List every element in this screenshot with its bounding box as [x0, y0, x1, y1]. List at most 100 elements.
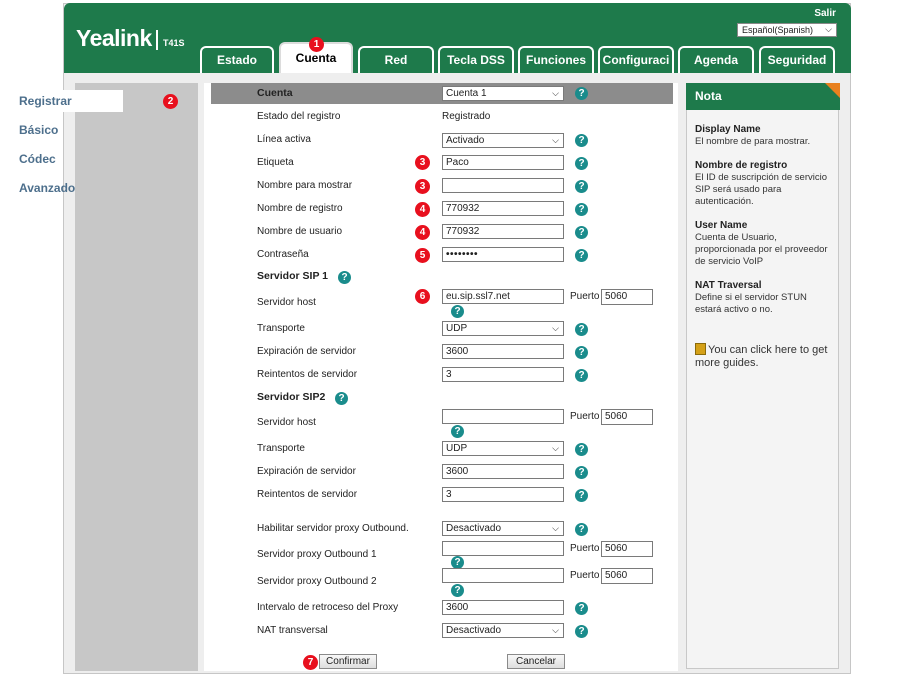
proxy1-input[interactable] [442, 541, 564, 556]
sidebar-item-avanzado[interactable]: Avanzado [0, 177, 123, 199]
proxy1-port-input[interactable]: 5060 [601, 541, 653, 557]
chevron-down-icon: ⌵ [825, 24, 832, 34]
help-icon[interactable]: ? [575, 226, 588, 239]
chevron-down-icon: ⌵ [552, 443, 559, 453]
help-icon[interactable]: ? [451, 305, 464, 318]
proxy2-input[interactable] [442, 568, 564, 583]
estado-registro-value: Registrado [442, 111, 491, 122]
sidebar-item-basico[interactable]: Básico [0, 119, 123, 141]
help-icon[interactable]: ? [575, 134, 588, 147]
note-item-text: Cuenta de Usuario, proporcionada por el … [695, 232, 828, 267]
note-item-text: El ID de suscripción de servicio SIP ser… [695, 172, 827, 207]
nombre-usuario-input[interactable]: 770932 [442, 224, 564, 239]
proxy-enable-value: Desactivado [446, 523, 502, 534]
sip2-reintentos-input[interactable]: 3 [442, 487, 564, 502]
sip1-port-label: Puerto [570, 291, 600, 302]
help-icon[interactable]: ? [575, 203, 588, 216]
step-badge-5: 5 [415, 248, 430, 263]
proxy1-port-label: Puerto [570, 543, 600, 554]
tab-red[interactable]: Red [358, 46, 434, 73]
etiqueta-label: Etiqueta [257, 157, 294, 168]
retroceso-input[interactable]: 3600 [442, 600, 564, 615]
sip2-host-input[interactable] [442, 409, 564, 424]
help-icon[interactable]: ? [451, 425, 464, 438]
nat-label: NAT transversal [257, 625, 328, 636]
note-title: Nota [686, 83, 840, 110]
tab-seguridad[interactable]: Seguridad [759, 46, 835, 73]
cancel-button[interactable]: Cancelar [507, 654, 565, 669]
cuenta-select[interactable]: Cuenta 1 ⌵ [442, 86, 564, 101]
contrasena-input[interactable]: •••••••• [442, 247, 564, 262]
help-icon[interactable]: ? [575, 466, 588, 479]
help-icon[interactable]: ? [338, 271, 351, 284]
sip1-expiracion-label: Expiración de servidor [257, 346, 356, 357]
sip2-transporte-select[interactable]: UDP ⌵ [442, 441, 564, 456]
proxy2-port-input[interactable]: 5060 [601, 568, 653, 584]
language-value: Español(Spanish) [742, 25, 814, 35]
sidebar-item-registrar[interactable]: Registrar [8, 90, 123, 112]
help-icon[interactable]: ? [575, 523, 588, 536]
yealink-logo: Yealink [76, 25, 152, 51]
help-icon[interactable]: ? [575, 249, 588, 262]
chevron-down-icon: ⌵ [552, 625, 559, 635]
help-icon[interactable]: ? [575, 369, 588, 382]
tab-estado[interactable]: Estado [200, 46, 274, 73]
estado-registro-label: Estado del registro [257, 111, 341, 122]
step-badge-1: 1 [309, 37, 324, 52]
note-item-title: Nombre de registro [695, 160, 788, 171]
help-icon[interactable]: ? [575, 443, 588, 456]
help-icon[interactable]: ? [575, 625, 588, 638]
sidebar-item-codec[interactable]: Códec [0, 148, 123, 170]
logout-link[interactable]: Salir [814, 8, 836, 19]
step-badge-4: 4 [415, 202, 430, 217]
help-icon[interactable]: ? [575, 489, 588, 502]
nombre-registro-input[interactable]: 770932 [442, 201, 564, 216]
confirm-button[interactable]: Confirmar [319, 654, 377, 669]
step-badge-3b: 3 [415, 179, 430, 194]
sip1-expiracion-input[interactable]: 3600 [442, 344, 564, 359]
sip2-expiracion-input[interactable]: 3600 [442, 464, 564, 479]
nat-select[interactable]: Desactivado ⌵ [442, 623, 564, 638]
tab-funciones[interactable]: Funciones [518, 46, 594, 73]
sip1-heading: Servidor SIP 1 [257, 270, 329, 282]
note-item-text: El nombre de para mostrar. [695, 136, 811, 147]
sip1-host-input[interactable]: eu.sip.ssl7.net [442, 289, 564, 304]
tab-agenda[interactable]: Agenda [678, 46, 754, 73]
help-icon[interactable]: ? [335, 392, 348, 405]
chevron-down-icon: ⌵ [552, 523, 559, 533]
sip1-transporte-select[interactable]: UDP ⌵ [442, 321, 564, 336]
sip1-transporte-label: Transporte [257, 323, 305, 334]
note-item-title: NAT Traversal [695, 280, 762, 291]
sip1-host-label: Servidor host [257, 297, 316, 308]
tab-tecla-dss[interactable]: Tecla DSS [438, 46, 514, 73]
sip2-port-input[interactable]: 5060 [601, 409, 653, 425]
chevron-down-icon: ⌵ [552, 135, 559, 145]
proxy-enable-select[interactable]: Desactivado ⌵ [442, 521, 564, 536]
sip2-port-label: Puerto [570, 411, 600, 422]
etiqueta-input[interactable]: Paco [442, 155, 564, 170]
help-icon[interactable]: ? [451, 584, 464, 597]
contrasena-label: Contraseña [257, 249, 309, 260]
proxy2-label: Servidor proxy Outbound 2 [257, 576, 377, 587]
help-icon[interactable]: ? [575, 602, 588, 615]
guide-link[interactable]: You can click here to get more guides. [695, 343, 835, 370]
proxy2-port-label: Puerto [570, 570, 600, 581]
sip1-transporte-value: UDP [446, 323, 468, 334]
help-icon[interactable]: ? [575, 346, 588, 359]
step-badge-2: 2 [163, 94, 178, 109]
linea-activa-select[interactable]: Activado ⌵ [442, 133, 564, 148]
proxy1-label: Servidor proxy Outbound 1 [257, 549, 377, 560]
help-icon[interactable]: ? [575, 323, 588, 336]
step-badge-4b: 4 [415, 225, 430, 240]
nombre-mostrar-input[interactable] [442, 178, 564, 193]
help-icon[interactable]: ? [575, 87, 588, 100]
help-icon[interactable]: ? [575, 180, 588, 193]
nombre-usuario-label: Nombre de usuario [257, 226, 343, 237]
sip1-port-input[interactable]: 5060 [601, 289, 653, 305]
guide-book-icon [695, 343, 706, 355]
help-icon[interactable]: ? [575, 157, 588, 170]
cuenta-label: Cuenta [257, 87, 293, 99]
tab-configuracion[interactable]: Configuraci [598, 46, 674, 73]
sip1-reintentos-input[interactable]: 3 [442, 367, 564, 382]
language-select[interactable]: Español(Spanish) ⌵ [737, 23, 837, 37]
